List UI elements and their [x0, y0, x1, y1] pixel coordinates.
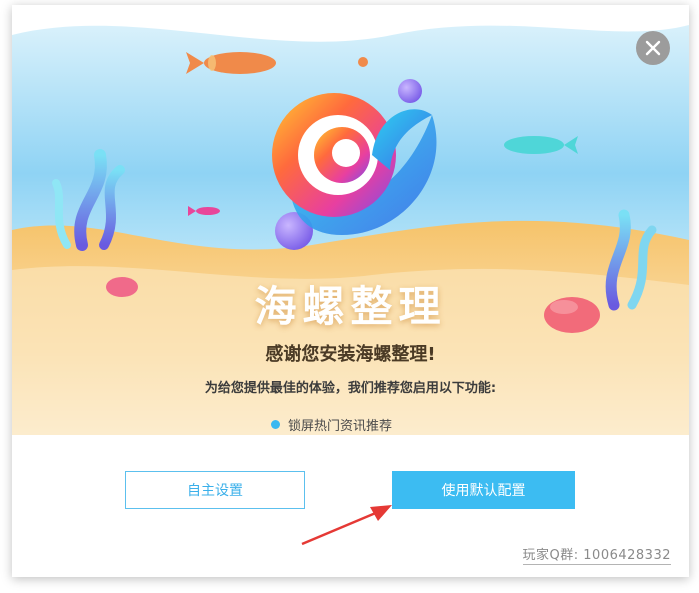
brand-title: 海螺整理 [254, 282, 447, 331]
bullet-dot-icon [271, 419, 280, 429]
feature-label: 锁屏热门资讯推荐 [288, 418, 393, 434]
hero-illustration [12, 5, 689, 435]
feature-item-lockscreen-news: 锁屏热门资讯推荐 [271, 414, 392, 434]
thanks-heading: 感谢您安装海螺整理! [265, 344, 436, 365]
setup-dialog: 海螺整理 感谢您安装海螺整理! 为给您提供最佳的体验，我们推荐您启用以下功能: … [12, 5, 689, 577]
feature-description: 为给您提供最佳的体验，我们推荐您启用以下功能: [204, 381, 497, 396]
use-default-config-button[interactable]: 使用默认配置 [392, 471, 575, 509]
close-button[interactable] [636, 31, 670, 65]
qq-group-link[interactable]: 玩家Q群: 1006428332 [522, 544, 671, 565]
custom-settings-button[interactable]: 自主设置 [125, 471, 305, 509]
close-icon [645, 40, 661, 56]
